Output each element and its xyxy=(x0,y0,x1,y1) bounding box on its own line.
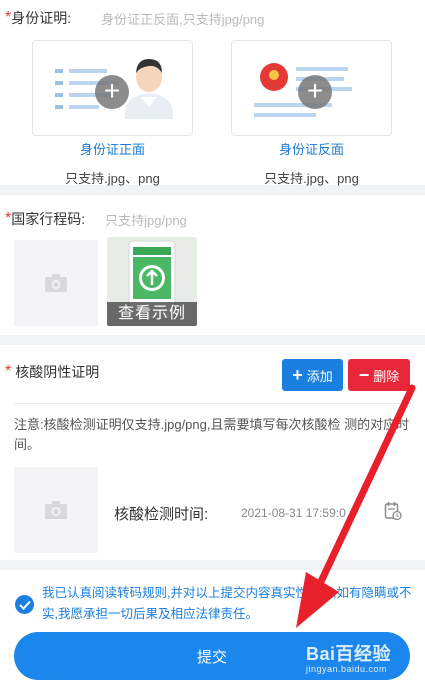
id-back-upload[interactable]: + xyxy=(231,40,392,136)
required-mark: * xyxy=(5,363,12,380)
plus-icon: + xyxy=(292,364,303,385)
nucleic-section: * 核酸阴性证明 + 添加 − 删除 注意:核酸检测证明仅支持.jpg/png,… xyxy=(0,345,425,560)
id-proof-hint: 身份证正反面,只支持jpg/png xyxy=(101,11,265,27)
id-back-note: 只支持.jpg、png xyxy=(264,171,359,186)
travel-code-section: * 国家行程码: 只支持jpg/png 查看示例 xyxy=(0,195,425,335)
checkmark-glyph xyxy=(18,600,31,610)
travel-code-header: * 国家行程码: 只支持jpg/png xyxy=(5,209,187,229)
id-front-link[interactable]: 身份证正面 xyxy=(32,139,193,158)
example-image[interactable]: 查看示例 xyxy=(107,237,197,326)
watermark-url: jingyan.baidu.com xyxy=(306,664,388,674)
agreement-section: 我已认真阅读转码规则,并对以上提交内容真实性负责,如有隐瞒或不实,我愿承担一切后… xyxy=(0,570,425,630)
watermark-logo: Bai百经验 xyxy=(306,644,392,664)
travel-code-hint: 只支持jpg/png xyxy=(105,212,187,228)
nucleic-label: 核酸阴性证明 xyxy=(15,364,100,380)
nucleic-note: 注意:核酸检测证明仅支持.jpg/png,且需要填写每次核酸检 测的对应时间。 xyxy=(14,417,410,452)
add-button-label: 添加 xyxy=(306,368,333,384)
agreement-text: 我已认真阅读转码规则,并对以上提交内容真实性负责,如有隐瞒或不实,我愿承担一切后… xyxy=(42,586,412,621)
id-back-link[interactable]: 身份证反面 xyxy=(231,139,392,158)
watermark: Bai百经验 jingyan.baidu.com xyxy=(306,640,391,674)
nucleic-time-value[interactable]: 2021-08-31 17:59:0 xyxy=(241,506,346,520)
add-button[interactable]: + 添加 xyxy=(282,359,343,391)
nucleic-upload[interactable] xyxy=(14,467,98,553)
travel-code-label: 国家行程码: xyxy=(11,211,86,227)
id-front-note: 只支持.jpg、png xyxy=(65,171,160,186)
example-label: 查看示例 xyxy=(107,302,197,326)
nucleic-time-label: 核酸检测时间: xyxy=(114,506,209,523)
calendar-icon[interactable] xyxy=(384,501,402,521)
delete-button-label: 删除 xyxy=(373,368,400,384)
check-icon[interactable] xyxy=(15,595,34,614)
minus-icon: − xyxy=(358,364,370,385)
submit-button-label: 提交 xyxy=(196,648,227,666)
id-proof-header: * 身份证明: 身份证正反面,只支持jpg/png xyxy=(5,8,264,28)
id-proof-label: 身份证明: xyxy=(11,10,72,26)
id-proof-section: * 身份证明: 身份证正反面,只支持jpg/png + 身份证正面 只支持.jp… xyxy=(0,0,425,186)
delete-button[interactable]: − 删除 xyxy=(348,359,410,391)
camera-icon xyxy=(45,274,67,292)
divider xyxy=(14,403,411,404)
travel-code-upload[interactable] xyxy=(14,240,98,326)
id-front-upload[interactable]: + xyxy=(32,40,193,136)
section-divider xyxy=(0,560,425,570)
nucleic-header: * 核酸阴性证明 xyxy=(5,362,99,382)
plus-icon: + xyxy=(298,75,332,109)
plus-icon: + xyxy=(95,75,129,109)
section-divider xyxy=(0,335,425,345)
camera-icon xyxy=(45,501,67,519)
